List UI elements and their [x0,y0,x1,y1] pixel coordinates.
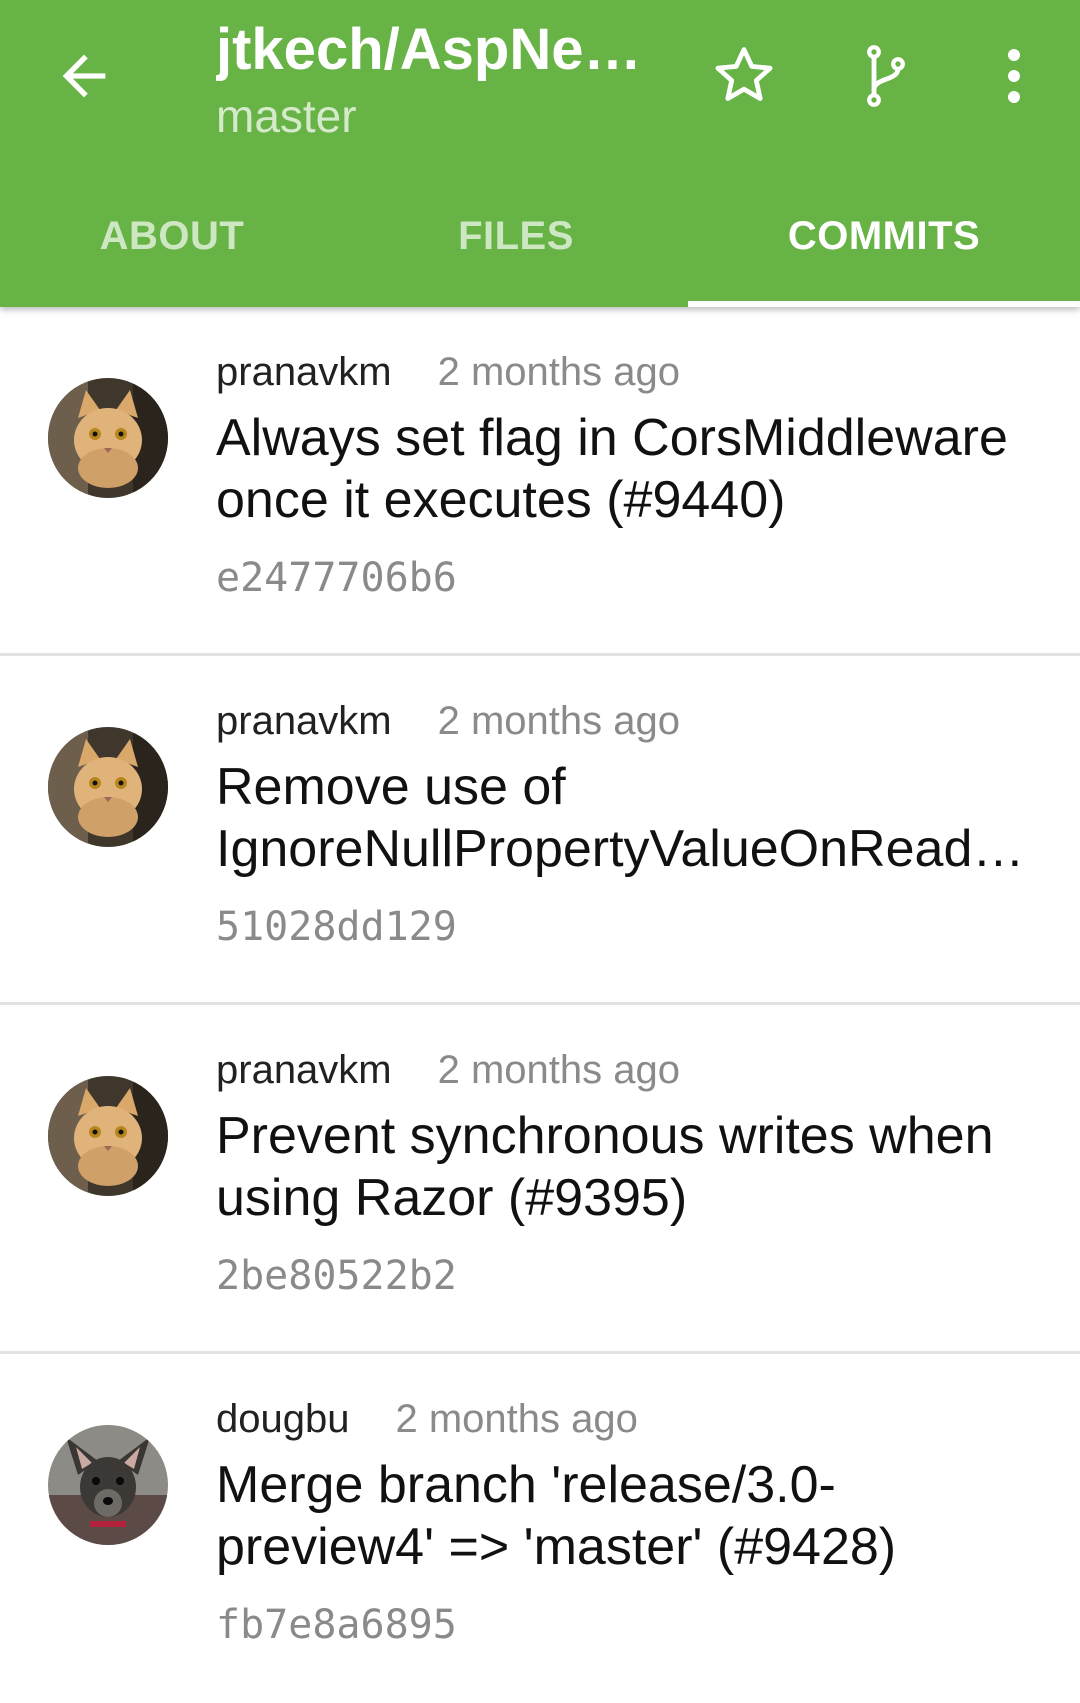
commit-sha: 2be80522b2 [216,1253,457,1299]
commit-author: pranavkm [216,1048,392,1092]
commit-time: 2 months ago [437,1048,681,1092]
commit-row[interactable]: pranavkm 2 months ago Always set flag in … [0,307,1080,656]
tab-bar: ABOUT FILES COMMITS [0,190,1080,307]
tab-files[interactable]: FILES [344,190,688,307]
commit-sha: fb7e8a6895 [216,1602,457,1648]
tab-about[interactable]: ABOUT [0,190,344,307]
commit-message: Merge branch 'release/3.0-preview4' => '… [216,1456,897,1576]
commit-message: Always set flag in CorsMiddleware once i… [216,409,1008,529]
cat-avatar [48,378,168,498]
commit-meta: dougbu 2 months ago [216,1394,638,1444]
arrow-left-icon[interactable] [52,44,116,108]
commit-author: pranavkm [216,699,392,743]
commit-row[interactable]: pranavkm 2 months ago Remove use of Ignor… [0,656,1080,1005]
commit-author: pranavkm [216,350,392,394]
commit-message: Remove use of IgnoreNullPropertyVal­ueOn… [216,758,973,878]
cat-avatar [48,1076,168,1196]
tab-commits[interactable]: COMMITS [688,190,1080,307]
commit-time: 2 months ago [395,1397,638,1441]
cat-avatar [48,727,168,847]
commit-row[interactable]: pranavkm 2 months ago Prevent synchronous… [0,1005,1080,1354]
star-icon[interactable] [708,40,780,112]
branch-subtitle: master [216,90,357,142]
toolbar-titles: jtkech/AspNet… master [216,16,656,144]
commit-time: 2 months ago [437,350,681,394]
commit-time: 2 months ago [437,699,681,743]
commit-message: Prevent synchronous writes when using Ra… [216,1107,994,1227]
commit-meta: pranavkm 2 months ago [216,696,680,746]
commit-meta: pranavkm 2 months ago [216,1045,680,1095]
app-bar: jtkech/AspNet… master ABOUT FILES COMMIT… [0,0,1080,307]
dog-avatar [48,1425,168,1545]
commit-sha: 51028dd129 [216,904,457,950]
commit-author: dougbu [216,1397,350,1441]
commit-meta: pranavkm 2 months ago [216,347,680,397]
commit-row[interactable]: dougbu 2 months ago Merge branch 'release… [0,1354,1080,1703]
git-branch-icon[interactable] [850,40,922,112]
more-vert-icon[interactable] [978,40,1050,112]
repo-title: jtkech/AspNet… [216,17,656,82]
commit-sha: e2477706b6 [216,555,457,601]
